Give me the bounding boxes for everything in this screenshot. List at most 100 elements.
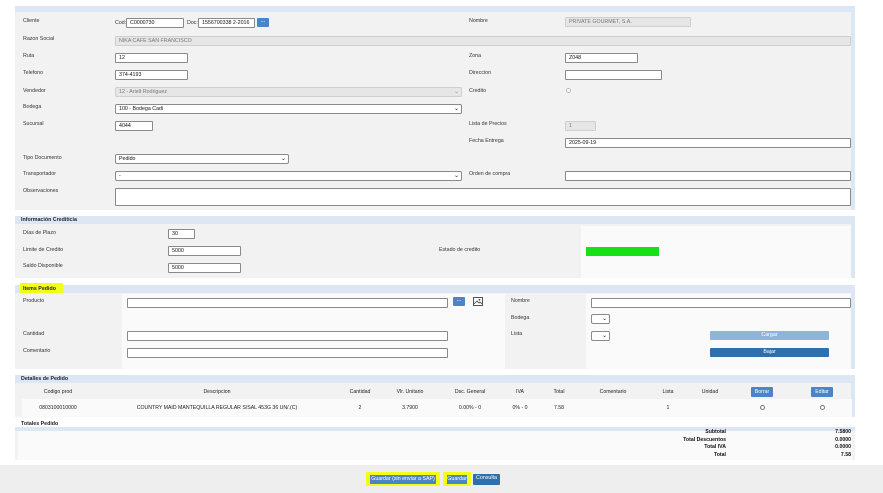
col-codigo: Codigo prod bbox=[43, 389, 73, 395]
product-lookup-button[interactable]: ... bbox=[453, 297, 465, 306]
col-borrar: Borrar bbox=[732, 385, 792, 399]
dias-plazo-input[interactable]: 30 bbox=[168, 229, 195, 239]
credito-checkbox[interactable] bbox=[566, 88, 571, 93]
bajar-button[interactable]: Bajar bbox=[710, 348, 829, 357]
col-unidad: Unidad bbox=[701, 389, 719, 395]
editar-radio[interactable] bbox=[819, 404, 825, 410]
chevron-down-icon: ⌄ bbox=[453, 106, 459, 112]
cell-total: 7.58 bbox=[553, 405, 565, 411]
item-nombre-input[interactable] bbox=[591, 298, 851, 308]
item-lista-label: Lista bbox=[511, 331, 523, 337]
tipo-documento-select[interactable]: Pedido ⌄ bbox=[115, 154, 289, 164]
guardar-sin-sap-button[interactable]: Guardar (sin enviar a SAP) bbox=[369, 474, 437, 485]
col-editar: Editar bbox=[792, 385, 852, 399]
bodega-value: 100 - Bodega Cadi bbox=[119, 106, 164, 112]
detalles-header: Detalles de Pedido bbox=[15, 375, 855, 383]
detalles-header-row: Codigo prod Descripcion Cantidad Vlr. Un… bbox=[22, 385, 852, 399]
tipo-documento-value: Pedido bbox=[119, 156, 136, 162]
bodega-label: Bodega bbox=[23, 104, 42, 110]
product-lookup-label: ... bbox=[456, 297, 462, 303]
cell-descripcion: COUNTRY MAID MANTEQUILLA REGULAR S/SAL 4… bbox=[136, 405, 298, 411]
borrar-radio[interactable] bbox=[759, 404, 765, 410]
col-total: Total bbox=[553, 389, 565, 395]
item-nombre-label: Nombre bbox=[511, 298, 530, 304]
saldo-disponible-input[interactable]: 5000 bbox=[168, 263, 241, 273]
total-iva-label: Total IVA bbox=[704, 444, 726, 450]
cell-codigo: 0803100010000 bbox=[39, 405, 77, 411]
totales-inner bbox=[18, 431, 852, 460]
header-right-strip bbox=[851, 12, 855, 210]
total-descuentos-label: Total Descuentos bbox=[683, 437, 726, 443]
limite-credito-input[interactable]: 5000 bbox=[168, 246, 241, 256]
cod-label: Cod: bbox=[115, 20, 127, 26]
observaciones-textarea[interactable] bbox=[115, 188, 851, 206]
table-row[interactable]: 0803100010000 COUNTRY MAID MANTEQUILLA R… bbox=[22, 399, 852, 417]
razon-social-input: NIKA CAFE SAN FRANCISCO bbox=[115, 36, 851, 46]
subtotal-value: 7.5800 bbox=[835, 429, 851, 435]
cell-unitario: 3.7900 bbox=[402, 405, 418, 411]
ruta-label: Ruta bbox=[23, 53, 35, 59]
col-cantidad: Cantidad bbox=[349, 389, 371, 395]
telefono-label: Telefono bbox=[23, 70, 44, 76]
transportador-value: - bbox=[119, 173, 121, 179]
zona-label: Zona bbox=[469, 53, 482, 59]
comentario-label: Comentario bbox=[23, 348, 51, 354]
footer-bar bbox=[0, 465, 883, 493]
chevron-down-icon: ⌄ bbox=[453, 89, 459, 95]
tipo-documento-label: Tipo Documento bbox=[23, 155, 62, 161]
limite-credito-label: Limite de Credito bbox=[23, 247, 64, 253]
guardar-button[interactable]: Guardar bbox=[446, 474, 468, 485]
sucursal-input[interactable]: 4044 bbox=[115, 121, 153, 131]
total-label: Total bbox=[713, 452, 726, 458]
fecha-entrega-label: Fecha Entrega bbox=[469, 138, 504, 144]
item-lista-select[interactable]: ⌄ bbox=[591, 331, 610, 341]
consulta-button[interactable]: Consulta bbox=[473, 474, 500, 485]
vendedor-value: 12 - Arielt Rodriguez bbox=[119, 89, 167, 95]
cell-borrar bbox=[732, 399, 792, 417]
doc-input[interactable]: 1556700338 2-2016 bbox=[198, 18, 255, 28]
producto-input[interactable] bbox=[127, 298, 448, 308]
info-crediticia-right-strip bbox=[851, 216, 855, 278]
col-comentario: Comentario bbox=[599, 389, 627, 395]
vendedor-select: 12 - Arielt Rodriguez ⌄ bbox=[115, 87, 462, 97]
bodega-select[interactable]: 100 - Bodega Cadi ⌄ bbox=[115, 104, 462, 114]
transportador-select[interactable]: - ⌄ bbox=[115, 171, 462, 181]
col-descuento: Dsc. General bbox=[454, 389, 486, 395]
producto-label: Producto bbox=[23, 298, 45, 304]
borrar-button[interactable]: Borrar bbox=[750, 387, 774, 397]
editar-button[interactable]: Editar bbox=[811, 387, 833, 397]
item-bodega-select[interactable]: ⌄ bbox=[591, 314, 610, 324]
chevron-down-icon: ⌄ bbox=[453, 173, 459, 179]
ruta-input[interactable]: 12 bbox=[115, 53, 188, 63]
chevron-down-icon: ⌄ bbox=[280, 156, 286, 162]
cod-input[interactable]: C0000730 bbox=[126, 18, 184, 28]
orden-compra-input[interactable] bbox=[565, 171, 851, 181]
total-iva-value: 0.0000 bbox=[835, 444, 851, 450]
credit-status-indicator bbox=[586, 247, 659, 256]
cell-lista: 1 bbox=[666, 405, 670, 411]
col-unitario: Vlr. Unitario bbox=[396, 389, 424, 395]
vendedor-label: Vendedor bbox=[23, 88, 46, 94]
detalles-table: Codigo prod Descripcion Cantidad Vlr. Un… bbox=[22, 385, 852, 417]
cell-iva: 0% - 0 bbox=[512, 405, 528, 411]
cliente-label: Cliente bbox=[23, 18, 40, 24]
col-lista: Lista bbox=[662, 389, 674, 395]
cell-cantidad: 2 bbox=[358, 405, 362, 411]
fecha-entrega-input[interactable]: 2025-09-19 bbox=[565, 138, 851, 148]
cantidad-input[interactable] bbox=[127, 331, 448, 341]
credito-label: Credito bbox=[469, 88, 487, 94]
comentario-input[interactable] bbox=[127, 348, 448, 358]
telefono-input[interactable]: 374-4193 bbox=[115, 70, 188, 80]
client-lookup-button[interactable]: ... bbox=[257, 18, 269, 27]
cargar-button[interactable]: Cargar bbox=[710, 331, 829, 340]
sucursal-label: Sucursal bbox=[23, 121, 44, 127]
cell-descuento: 0.00% - 0 bbox=[458, 405, 482, 411]
lista-precios-label: Lista de Precios bbox=[469, 121, 507, 127]
zona-input[interactable]: Z048 bbox=[565, 53, 638, 63]
items-pedido-right-strip bbox=[851, 285, 855, 369]
cell-unidad bbox=[688, 399, 732, 417]
image-icon[interactable] bbox=[473, 297, 483, 306]
info-crediticia-header: Información Crediticia bbox=[15, 216, 855, 224]
direccion-input[interactable] bbox=[565, 70, 662, 80]
saldo-disponible-label: Saldo Disponible bbox=[23, 263, 63, 269]
